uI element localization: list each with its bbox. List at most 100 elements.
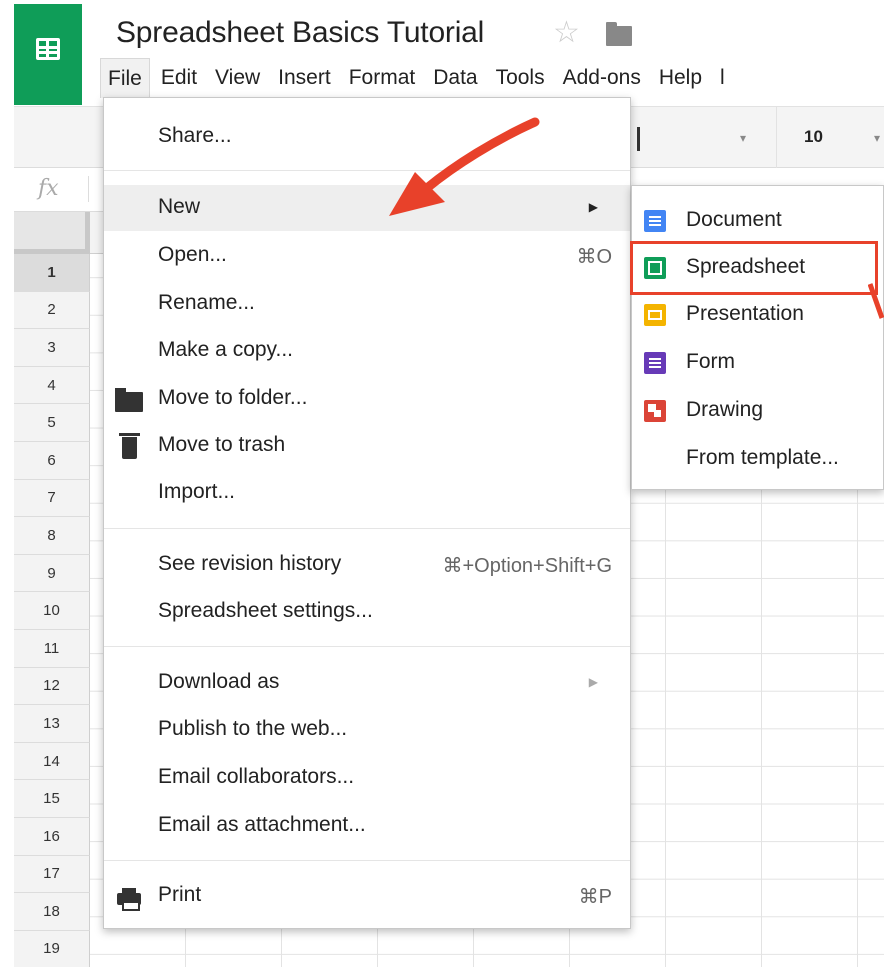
submenu-arrow-icon: ▶ — [588, 675, 598, 689]
submenu-item-drawing[interactable]: Drawing — [632, 388, 883, 434]
row-header[interactable]: 6 — [14, 441, 90, 480]
submenu-arrow-icon: ▶ — [588, 200, 598, 214]
sheets-icon — [36, 38, 60, 60]
shortcut-label: ⌘O — [576, 246, 612, 268]
submenu-item-document[interactable]: Document — [632, 198, 883, 244]
row-header[interactable]: 17 — [14, 855, 90, 894]
menu-item-move-to-folder[interactable]: Move to folder... — [104, 376, 630, 422]
submenu-item-label: Drawing — [686, 398, 764, 421]
menu-item-label: Rename... — [158, 291, 255, 314]
formula-separator — [88, 176, 89, 202]
menu-item-label: New — [158, 195, 201, 218]
menu-item-label: Publish to the web... — [158, 717, 348, 740]
menu-addons[interactable]: Add-ons — [556, 58, 648, 98]
row-header[interactable]: 14 — [14, 742, 90, 781]
menu-item-label: Download as — [158, 670, 280, 693]
toolbar-separator — [637, 127, 640, 151]
submenu-item-form[interactable]: Form — [632, 340, 883, 386]
font-size-select[interactable]: 10 — [804, 127, 823, 147]
star-icon[interactable]: ☆ — [553, 15, 580, 50]
menu-edit[interactable]: Edit — [154, 58, 204, 98]
font-dropdown-caret-icon[interactable]: ▾ — [740, 131, 746, 145]
folder-icon[interactable] — [606, 22, 632, 46]
row-header[interactable]: 8 — [14, 517, 90, 555]
menu-item-publish[interactable]: Publish to the web... — [104, 707, 630, 753]
menu-item-share[interactable]: Share... — [104, 114, 630, 160]
menu-divider — [104, 528, 630, 529]
menu-item-make-copy[interactable]: Make a copy... — [104, 328, 630, 374]
row-header[interactable]: 4 — [14, 366, 90, 405]
row-header[interactable]: 18 — [14, 893, 90, 931]
docs-icon — [644, 210, 666, 232]
submenu-item-label: Presentation — [686, 302, 804, 325]
row-header[interactable]: 16 — [14, 817, 90, 856]
menu-item-label: Print — [158, 883, 202, 906]
menu-data[interactable]: Data — [426, 58, 484, 98]
menu-tools[interactable]: Tools — [489, 58, 552, 98]
annotation-arrow-icon — [389, 117, 540, 216]
annotation-side-arrow-icon — [868, 283, 884, 319]
menu-item-spreadsheet-settings[interactable]: Spreadsheet settings... — [104, 589, 630, 635]
select-all-corner[interactable] — [14, 212, 90, 254]
menu-item-move-to-trash[interactable]: Move to trash — [104, 423, 630, 469]
row-header[interactable]: 15 — [14, 780, 90, 818]
file-menu-dropdown: Share... New ▶ Open... ⌘O Rename... Make… — [103, 97, 631, 929]
menu-item-print[interactable]: Print ⌘P — [104, 873, 630, 919]
row-header[interactable]: 7 — [14, 479, 90, 518]
row-header[interactable]: 9 — [14, 554, 90, 593]
submenu-item-label: From template... — [686, 446, 839, 469]
trash-icon — [115, 433, 140, 459]
row-header[interactable]: 13 — [14, 705, 90, 743]
forms-icon — [644, 352, 666, 374]
menu-bar: File Edit View Insert Format Data Tools … — [100, 58, 731, 98]
submenu-item-presentation[interactable]: Presentation — [632, 292, 883, 338]
menu-item-label: Make a copy... — [158, 338, 294, 361]
row-header[interactable]: 10 — [14, 592, 90, 630]
menu-divider — [104, 860, 630, 861]
menu-item-new[interactable]: New ▶ — [104, 185, 630, 231]
row-header[interactable]: 3 — [14, 329, 90, 367]
menu-item-import[interactable]: Import... — [104, 470, 630, 516]
menu-item-label: Email as attachment... — [158, 813, 366, 836]
printer-icon — [115, 885, 141, 911]
row-header[interactable]: 1 — [14, 254, 90, 292]
row-header[interactable]: 11 — [14, 629, 90, 668]
menu-view[interactable]: View — [208, 58, 267, 98]
new-submenu: Document Spreadsheet Presentation Form D… — [631, 185, 884, 490]
menu-item-label: Share... — [158, 124, 232, 147]
menu-item-label: Move to folder... — [158, 386, 308, 409]
sheets-logo[interactable] — [14, 4, 82, 105]
row-header[interactable]: 5 — [14, 404, 90, 442]
menu-item-label: Spreadsheet settings... — [158, 599, 373, 622]
menu-item-label: Import... — [158, 480, 236, 503]
row-header[interactable]: 2 — [14, 291, 90, 330]
menu-item-label: Email collaborators... — [158, 765, 355, 788]
menu-item-revision-history[interactable]: See revision history ⌘+Option+Shift+G — [104, 542, 630, 588]
submenu-item-label: Form — [686, 350, 735, 373]
highlight-box — [630, 241, 878, 295]
menu-help[interactable]: Help — [652, 58, 709, 98]
menu-insert[interactable]: Insert — [271, 58, 338, 98]
menu-item-open[interactable]: Open... ⌘O — [104, 233, 630, 279]
font-size-caret-icon[interactable]: ▾ — [874, 131, 880, 145]
shortcut-label: ⌘P — [578, 886, 612, 908]
row-header[interactable]: 19 — [14, 930, 90, 967]
menu-item-label: Open... — [158, 243, 227, 266]
menu-item-download-as[interactable]: Download as ▶ — [104, 660, 630, 706]
submenu-item-label: Document — [686, 208, 782, 231]
menu-item-label: Move to trash — [158, 433, 286, 456]
fx-icon: fx — [38, 176, 59, 201]
menu-file[interactable]: File — [100, 58, 150, 98]
menu-item-label: See revision history — [158, 552, 342, 575]
row-headers: 1 2 3 4 5 6 7 8 9 10 11 12 13 14 15 16 1… — [14, 254, 90, 967]
menu-last[interactable]: l — [713, 58, 727, 98]
menu-item-email-attachment[interactable]: Email as attachment... — [104, 803, 630, 849]
row-header[interactable]: 12 — [14, 667, 90, 706]
document-title[interactable]: Spreadsheet Basics Tutorial — [116, 16, 484, 50]
menu-divider — [104, 170, 630, 171]
menu-item-email-collaborators[interactable]: Email collaborators... — [104, 755, 630, 801]
menu-format[interactable]: Format — [342, 58, 423, 98]
menu-item-rename[interactable]: Rename... — [104, 281, 630, 327]
menu-divider — [104, 646, 630, 647]
submenu-item-from-template[interactable]: From template... — [632, 436, 883, 482]
